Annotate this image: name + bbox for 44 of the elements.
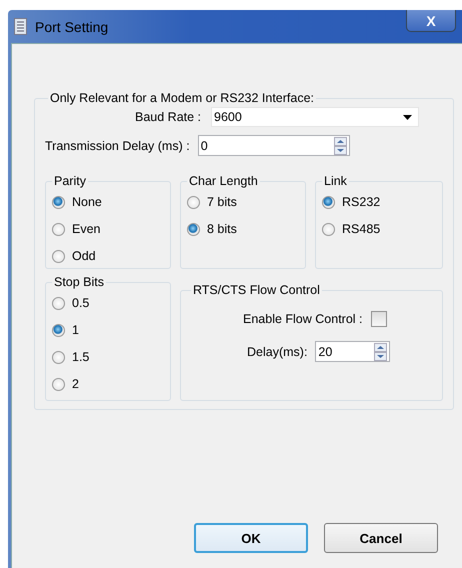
radio-option[interactable]: Odd xyxy=(52,248,164,264)
group-title: Parity xyxy=(53,174,87,188)
checkbox-label: Enable Flow Control : xyxy=(243,312,363,326)
radio-button[interactable] xyxy=(52,222,65,236)
radio-button[interactable] xyxy=(52,196,65,208)
radio-button[interactable] xyxy=(322,222,335,236)
radio-button[interactable] xyxy=(52,250,65,262)
number-field[interactable]: 20 xyxy=(315,341,390,362)
group-title: RTS/CTS Flow Control xyxy=(192,283,321,297)
radio-option[interactable]: 1.5 xyxy=(52,349,164,365)
dialog-button[interactable]: OK xyxy=(194,523,308,553)
radio-option[interactable]: 8 bits xyxy=(187,221,299,237)
radio-option[interactable]: RS485 xyxy=(322,221,436,237)
spinner-arrows-icon[interactable] xyxy=(334,136,347,154)
radio-button[interactable] xyxy=(52,350,65,364)
group-title: Stop Bits xyxy=(53,275,106,289)
spinner-arrows-icon[interactable] xyxy=(374,342,388,360)
radio-option[interactable]: RS232 xyxy=(322,194,436,210)
radio-button[interactable] xyxy=(52,378,65,390)
radio-button[interactable] xyxy=(187,222,200,236)
radio-button[interactable] xyxy=(52,296,65,310)
field-label: Transmission Delay (ms) : xyxy=(45,138,190,152)
caret-icon xyxy=(403,114,412,120)
document-icon xyxy=(14,18,27,35)
radio-button[interactable] xyxy=(52,324,65,336)
radio-button[interactable] xyxy=(322,196,335,208)
group-title: Link xyxy=(323,174,348,188)
radio-option[interactable]: 1 xyxy=(52,322,164,338)
radio-option[interactable]: None xyxy=(52,194,164,210)
window-title: Port Setting xyxy=(35,18,108,34)
group-title: Char Length xyxy=(188,174,259,188)
radio-option[interactable]: 0.5 xyxy=(52,295,164,311)
field-label: Delay(ms): xyxy=(247,344,308,358)
radio-option[interactable]: 2 xyxy=(52,376,164,392)
checkbox[interactable] xyxy=(370,311,387,327)
close-button[interactable]: X xyxy=(406,10,456,32)
dialog-button[interactable]: Cancel xyxy=(324,523,438,553)
radio-option[interactable]: Even xyxy=(52,221,164,237)
radio-option[interactable]: 7 bits xyxy=(187,194,299,210)
baud-rate-dropdown[interactable]: 9600 xyxy=(211,107,420,127)
radio-button[interactable] xyxy=(187,196,200,208)
group-title: Only Relevant for a Modem or RS232 Interface: xyxy=(49,91,316,105)
number-field[interactable]: 0 xyxy=(198,135,350,156)
field-label: Baud Rate : xyxy=(135,110,202,124)
